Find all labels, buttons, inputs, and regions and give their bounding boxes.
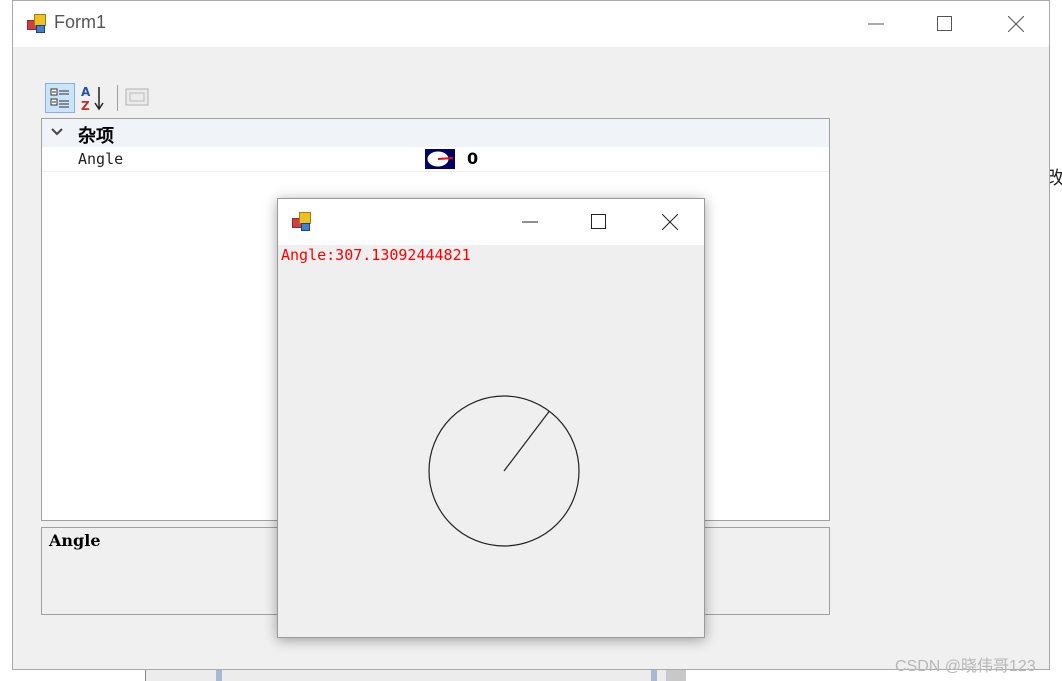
description-title: Angle [49, 531, 101, 550]
maximize-icon [591, 214, 606, 229]
close-button[interactable] [993, 1, 1039, 47]
app-icon [292, 212, 312, 232]
property-pages-button[interactable] [123, 83, 153, 113]
sort-az-icon: A Z [81, 85, 104, 113]
minimize-icon [522, 221, 538, 223]
watermark: CSDN @晓伟哥123 [895, 658, 1036, 675]
app-icon [27, 14, 47, 34]
close-icon [662, 214, 678, 230]
minimize-icon [868, 23, 884, 25]
property-row-angle[interactable]: Angle 0 [42, 147, 829, 172]
categorized-button[interactable] [45, 83, 75, 113]
category-label: 杂项 [78, 126, 114, 147]
form1-titlebar[interactable]: Form1 [13, 1, 1049, 47]
maximize-icon [937, 16, 952, 31]
property-grid-toolbar: A Z [43, 83, 243, 113]
background-window-fragment [145, 670, 686, 681]
angle-editor-dialog: Angle:307.13092444821 [277, 198, 705, 638]
svg-text:Z: Z [81, 99, 90, 113]
background-panel [666, 670, 686, 681]
angle-readout: Angle:307.13092444821 [281, 246, 471, 264]
background-scrollbar [651, 670, 657, 681]
maximize-button[interactable] [922, 1, 968, 47]
dial-needle [503, 410, 550, 472]
dialog-titlebar[interactable] [278, 199, 704, 245]
property-pages-icon [125, 88, 149, 106]
dialog-minimize-button[interactable] [507, 199, 553, 245]
alphabetical-button[interactable]: A Z [79, 83, 109, 113]
categorized-icon [50, 88, 69, 108]
dialog-maximize-button[interactable] [576, 199, 622, 245]
category-row[interactable]: 杂项 [42, 119, 829, 147]
chevron-down-icon[interactable] [50, 125, 64, 139]
property-name: Angle [78, 150, 124, 168]
window-title: Form1 [54, 12, 107, 32]
close-icon [1008, 16, 1024, 32]
angle-preview-icon [425, 149, 455, 169]
angle-dial[interactable] [427, 394, 581, 548]
dialog-close-button[interactable] [647, 199, 693, 245]
background-scrollbar [216, 670, 222, 681]
property-value[interactable]: 0 [467, 149, 478, 168]
minimize-button[interactable] [853, 1, 899, 47]
svg-text:A: A [81, 85, 91, 99]
toolbar-separator [117, 85, 118, 111]
